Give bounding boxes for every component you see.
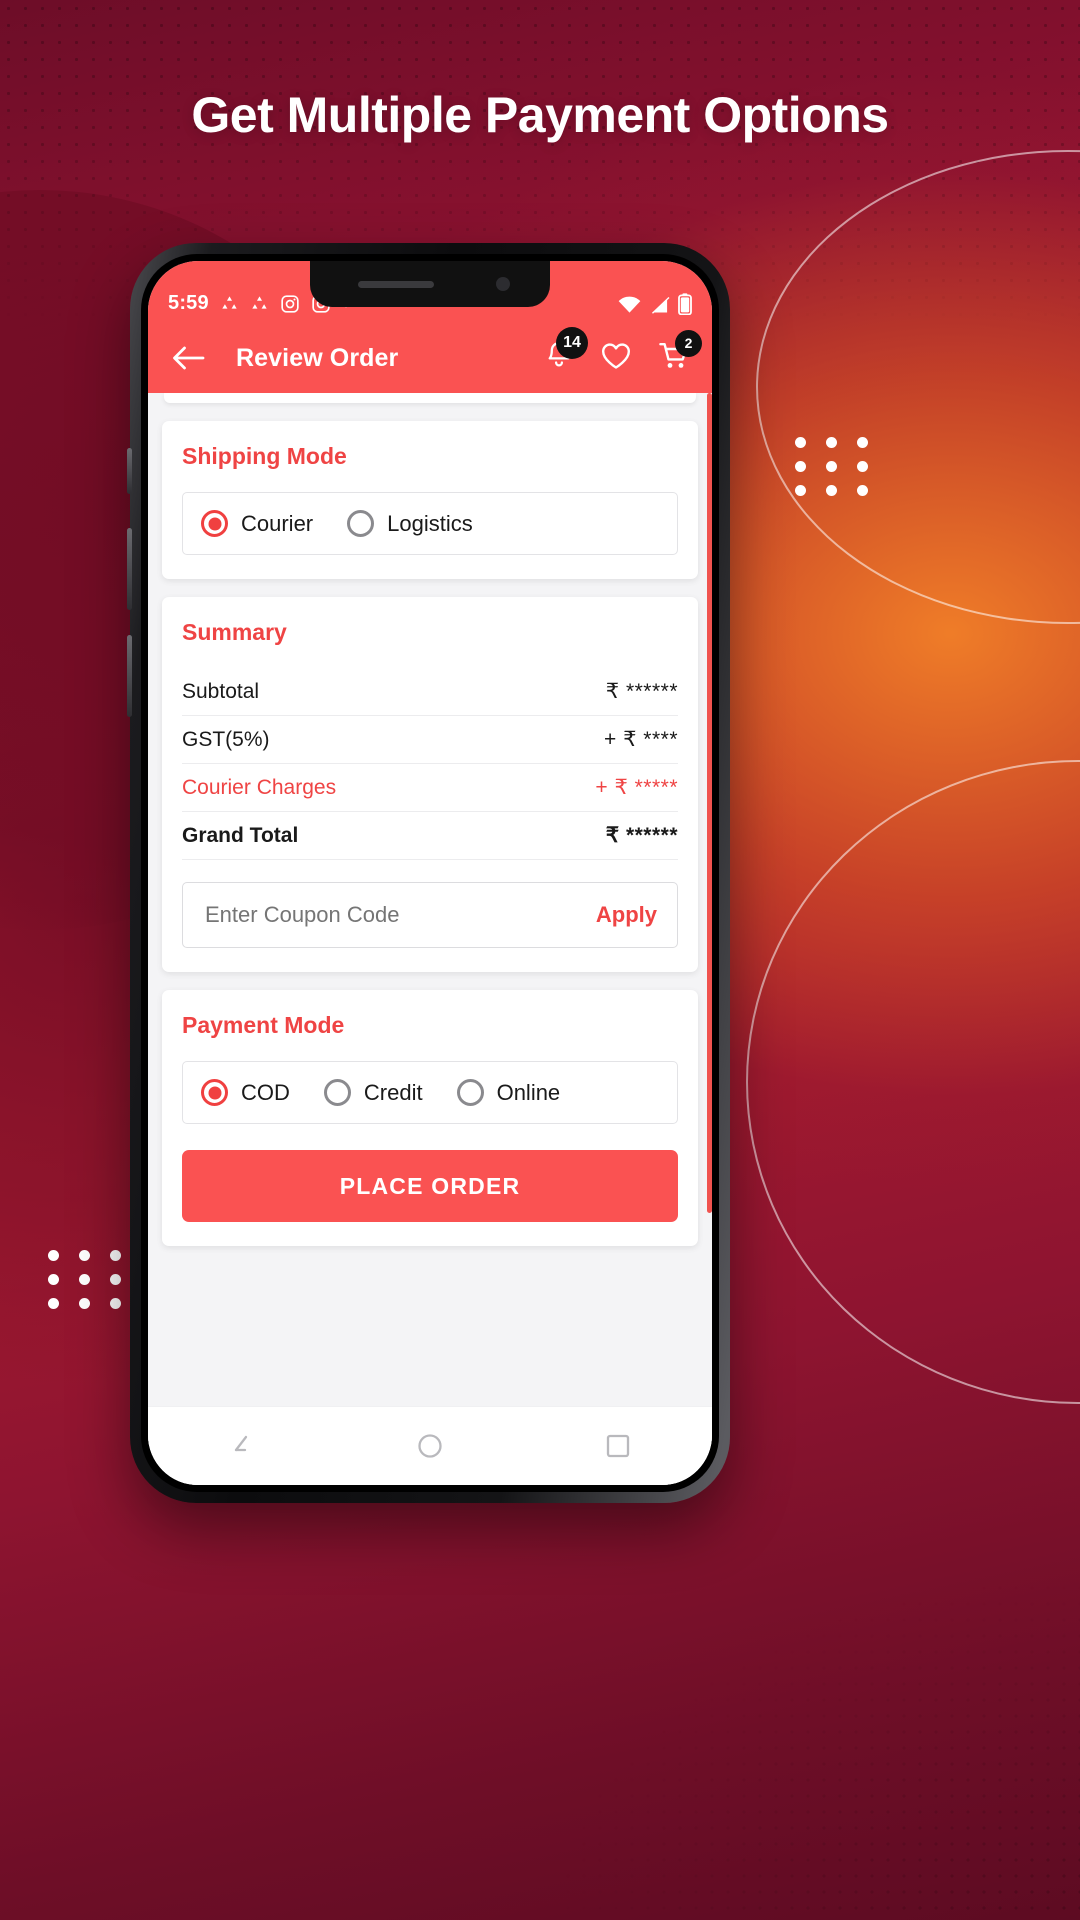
summary-label-grand-total: Grand Total <box>182 823 299 847</box>
phone-notch <box>310 261 550 307</box>
status-right-group <box>618 293 692 316</box>
shipping-mode-options[interactable]: Courier Logistics <box>182 492 678 555</box>
summary-value-courier-charges: + ₹ ***** <box>595 776 678 799</box>
arrow-left-icon[interactable] <box>170 344 206 372</box>
summary-value-grand-total: ₹ ****** <box>605 824 678 847</box>
summary-title: Summary <box>182 619 287 645</box>
status-time: 5:59 <box>168 292 209 314</box>
summary-label-courier-charges: Courier Charges <box>182 775 337 799</box>
summary-row-grand-total: Grand Total ₹ ****** <box>182 812 678 860</box>
recents-nav-icon[interactable] <box>603 1431 633 1461</box>
radio-credit[interactable] <box>323 1079 351 1106</box>
partial-card-above <box>164 393 696 403</box>
screen-content[interactable]: Shipping Mode Courier Logistics Summary … <box>148 393 712 1485</box>
payment-option-credit[interactable]: Credit <box>323 1079 423 1106</box>
earpiece-speaker <box>358 281 434 288</box>
phone-volume-down-button <box>127 635 132 717</box>
halftone-texture-bottom <box>560 1580 1080 1920</box>
payment-option-online-label: Online <box>496 1079 561 1105</box>
cart-button[interactable]: 2 <box>658 329 702 376</box>
phone-bezel: 5:59 Review Order 14 2 Shipping Mode Cou… <box>141 254 719 1492</box>
battery-icon <box>678 293 692 316</box>
shipping-mode-title: Shipping Mode <box>182 443 347 469</box>
payment-mode-options[interactable]: COD Credit Online <box>182 1061 678 1124</box>
phone-screen: 5:59 Review Order 14 2 Shipping Mode Cou… <box>148 261 712 1485</box>
notifications-button[interactable]: 14 <box>544 327 588 376</box>
payment-mode-card: Payment Mode COD Credit Online PLACE ORD… <box>162 990 698 1246</box>
status-bar: 5:59 <box>148 261 712 323</box>
instagram-icon <box>280 294 300 314</box>
app-bar-actions: 14 2 <box>544 327 702 376</box>
apply-coupon-button[interactable]: Apply <box>596 902 657 928</box>
shipping-mode-card: Shipping Mode Courier Logistics <box>162 421 698 579</box>
wishlist-button[interactable] <box>600 341 632 376</box>
summary-row-courier-charges: Courier Charges + ₹ ***** <box>182 764 678 812</box>
front-camera <box>496 277 510 291</box>
summary-label-gst: GST(5%) <box>182 727 270 751</box>
back-nav-icon[interactable] <box>227 1431 257 1461</box>
radio-online[interactable] <box>456 1079 484 1106</box>
shipping-option-logistics-label: Logistics <box>387 510 473 536</box>
summary-value-gst: + ₹ **** <box>604 728 678 751</box>
summary-label-subtotal: Subtotal <box>182 679 260 703</box>
wifi-icon <box>618 295 641 314</box>
decorative-arc-bottom <box>746 760 1080 1404</box>
summary-row-gst: GST(5%) + ₹ **** <box>182 716 678 764</box>
payment-option-credit-label: Credit <box>363 1079 423 1105</box>
page-title: Get Multiple Payment Options <box>191 87 889 143</box>
cart-badge: 2 <box>675 329 702 357</box>
android-nav-bar <box>148 1406 712 1485</box>
radio-logistics[interactable] <box>347 510 375 537</box>
signal-off-icon <box>649 295 670 314</box>
app-bar: Review Order 14 2 <box>148 323 712 393</box>
poster-canvas: Get Multiple Payment Options 5:59 Review… <box>0 0 1080 1920</box>
summary-row-subtotal: Subtotal ₹ ****** <box>182 668 678 716</box>
share-icon <box>250 294 269 313</box>
phone-mute-button <box>127 448 132 494</box>
phone-volume-up-button <box>127 528 132 610</box>
summary-value-subtotal: ₹ ****** <box>605 680 678 703</box>
phone-mockup: 5:59 Review Order 14 2 Shipping Mode Cou… <box>127 243 730 1503</box>
shipping-option-logistics[interactable]: Logistics <box>347 510 473 537</box>
dot-grid-right <box>795 437 875 496</box>
heart-icon <box>600 341 632 371</box>
app-bar-title: Review Order <box>236 343 399 372</box>
scrollbar[interactable] <box>707 393 712 1213</box>
home-nav-icon[interactable] <box>415 1431 445 1461</box>
payment-option-cod-label: COD <box>241 1079 290 1105</box>
shipping-option-courier[interactable]: Courier <box>201 510 313 537</box>
payment-mode-title: Payment Mode <box>182 1012 345 1038</box>
payment-option-online[interactable]: Online <box>456 1079 561 1106</box>
coupon-row[interactable]: Apply <box>182 882 678 948</box>
radio-courier[interactable] <box>201 510 228 537</box>
place-order-button[interactable]: PLACE ORDER <box>182 1150 678 1222</box>
coupon-input[interactable] <box>203 901 584 929</box>
summary-card: Summary Subtotal ₹ ****** GST(5%) + ₹ **… <box>162 597 698 972</box>
payment-option-cod[interactable]: COD <box>201 1079 290 1106</box>
shipping-option-courier-label: Courier <box>241 510 314 536</box>
notifications-badge: 14 <box>556 327 588 359</box>
share-icon <box>220 294 239 313</box>
dot-grid-left <box>48 1250 128 1309</box>
radio-cod[interactable] <box>201 1079 228 1106</box>
